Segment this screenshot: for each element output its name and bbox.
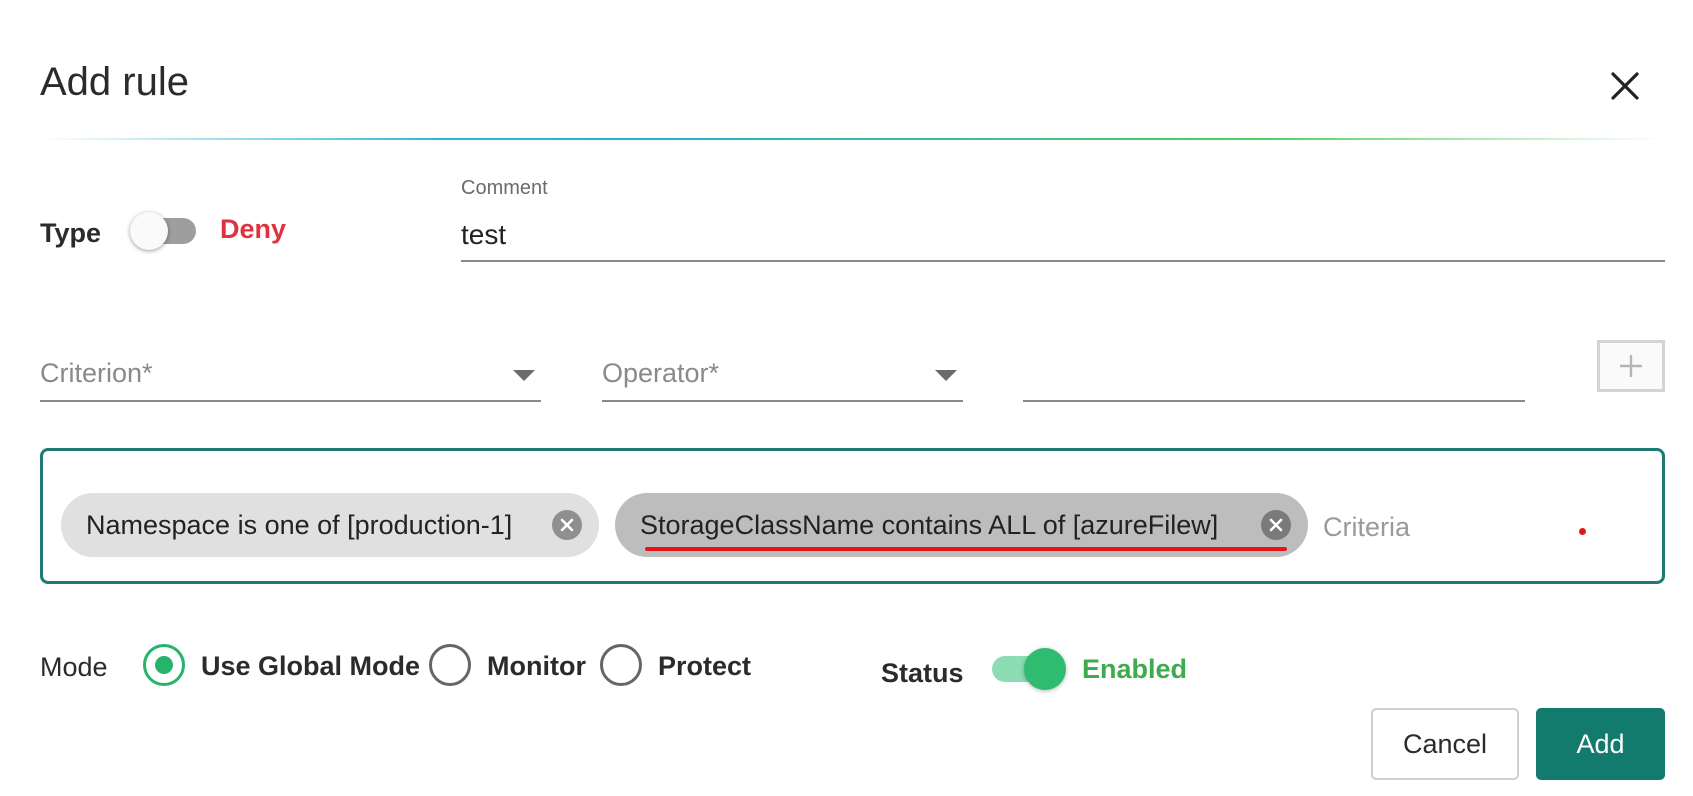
- status-toggle-thumb: [1024, 648, 1066, 690]
- criterion-select[interactable]: Criterion*: [40, 346, 541, 402]
- chevron-down-icon: [513, 370, 535, 381]
- annotation-underline: [645, 547, 1287, 551]
- comment-input[interactable]: [461, 210, 1665, 262]
- operator-placeholder: Operator*: [602, 358, 720, 388]
- mode-option-monitor-label[interactable]: Monitor: [487, 651, 586, 682]
- mode-option-protect-label[interactable]: Protect: [658, 651, 751, 682]
- type-value: Deny: [220, 214, 287, 244]
- status-label: Status: [881, 658, 964, 688]
- type-toggle-thumb: [130, 212, 168, 250]
- title-divider: [40, 138, 1664, 140]
- add-criterion-button[interactable]: [1597, 340, 1665, 392]
- operator-select[interactable]: Operator*: [602, 346, 963, 402]
- cancel-button[interactable]: Cancel: [1371, 708, 1519, 780]
- criterion-placeholder: Criterion*: [40, 358, 153, 388]
- mode-radio-global[interactable]: [143, 644, 185, 686]
- type-toggle[interactable]: [130, 212, 206, 250]
- mode-label: Mode: [40, 652, 108, 682]
- chip-label: StorageClassName contains ALL of [azureF…: [640, 509, 1219, 540]
- annotation-dot: [1579, 528, 1586, 535]
- cancel-circle-icon[interactable]: [1261, 510, 1291, 540]
- type-label: Type: [40, 218, 102, 248]
- add-button[interactable]: Add: [1536, 708, 1665, 780]
- criteria-text-input[interactable]: [1323, 507, 1623, 547]
- mode-radio-monitor[interactable]: [429, 644, 471, 686]
- criterion-value-input[interactable]: [1023, 346, 1525, 402]
- criteria-chip-input[interactable]: Namespace is one of [production-1] Stora…: [40, 448, 1665, 584]
- plus-icon: [1620, 355, 1642, 377]
- chevron-down-icon: [935, 370, 957, 381]
- dialog-title: Add rule: [40, 60, 189, 104]
- status-value: Enabled: [1082, 654, 1188, 684]
- comment-label: Comment: [461, 177, 548, 199]
- close-icon: [1611, 72, 1639, 100]
- close-button[interactable]: [1603, 64, 1647, 108]
- mode-radio-protect[interactable]: [600, 644, 642, 686]
- status-toggle[interactable]: [992, 648, 1068, 690]
- mode-option-global-label[interactable]: Use Global Mode: [201, 651, 420, 682]
- cancel-circle-icon[interactable]: [552, 510, 582, 540]
- chip-label: Namespace is one of [production-1]: [86, 509, 513, 540]
- criteria-chip[interactable]: Namespace is one of [production-1]: [61, 493, 599, 557]
- criteria-chip[interactable]: StorageClassName contains ALL of [azureF…: [615, 493, 1308, 557]
